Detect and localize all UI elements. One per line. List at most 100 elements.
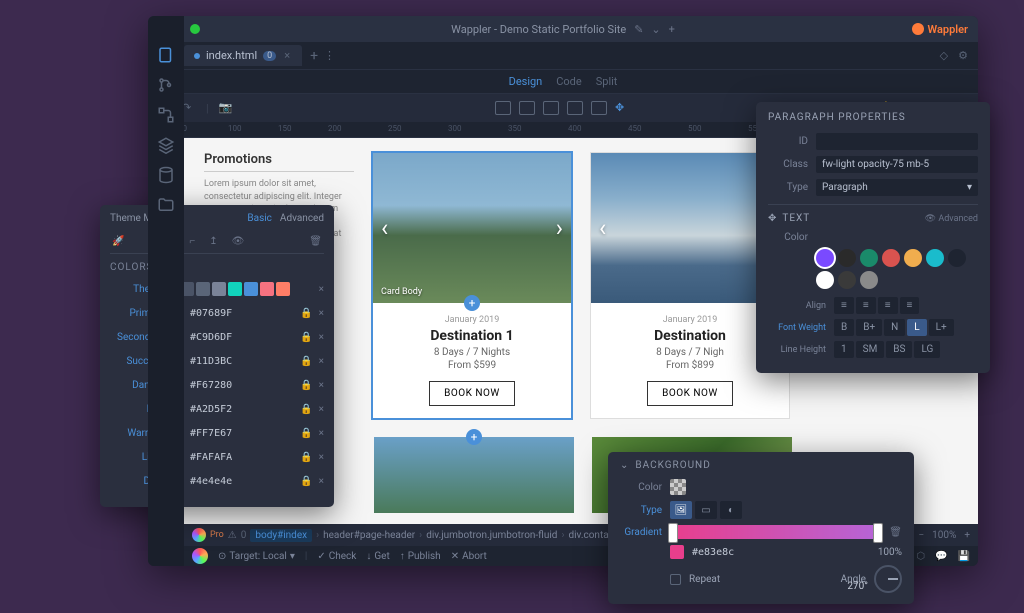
rocket-icon[interactable]: 🚀 xyxy=(112,236,124,247)
get-button[interactable]: ↓ Get xyxy=(366,551,389,562)
color-dot[interactable] xyxy=(948,249,966,267)
book-button[interactable]: BOOK NOW xyxy=(647,381,733,406)
type-select[interactable]: Paragraph ▾ xyxy=(816,179,978,196)
tab-basic[interactable]: Basic xyxy=(247,213,272,224)
fw-option[interactable]: B+ xyxy=(856,319,882,336)
theme-manager-panel[interactable]: Theme Manager BasicAdvanced 🚀 ⌐ ↥ 👁 🗑 CO… xyxy=(100,205,334,507)
maximize-window[interactable] xyxy=(190,24,200,34)
theme-swatch[interactable] xyxy=(212,282,226,296)
thumb-1[interactable]: + xyxy=(374,437,574,513)
lock-icon[interactable]: 🔒 xyxy=(300,476,312,487)
lock-icon[interactable]: 🔒 xyxy=(300,428,312,439)
add-tab-button[interactable]: + xyxy=(310,48,318,64)
lock-icon[interactable]: 🔒 xyxy=(300,356,312,367)
fw-option[interactable]: L+ xyxy=(929,319,954,336)
device-laptop-icon[interactable] xyxy=(567,101,583,115)
chevron-right-icon[interactable]: › xyxy=(556,214,563,242)
align-center-icon[interactable]: ≡ xyxy=(856,297,876,314)
publish-button[interactable]: ↑ Publish xyxy=(400,551,441,562)
color-dot[interactable] xyxy=(838,249,856,267)
remove-icon[interactable]: × xyxy=(319,332,324,343)
check-button[interactable]: ✓ Check xyxy=(317,551,356,562)
lock-icon[interactable]: 🔒 xyxy=(300,452,312,463)
layers-icon[interactable] xyxy=(157,136,175,154)
device-tablet-l-icon[interactable] xyxy=(543,101,559,115)
chevron-down-icon[interactable]: ⌄ xyxy=(620,460,629,471)
hex-value[interactable]: #FF7E67 xyxy=(190,428,232,439)
gradient-hex[interactable]: #e83e8c xyxy=(692,547,734,558)
align-right-icon[interactable]: ≡ xyxy=(878,297,898,314)
crumb-header[interactable]: header#page-header xyxy=(323,530,415,541)
color-dot[interactable] xyxy=(926,249,944,267)
color-dot[interactable] xyxy=(816,271,834,289)
plus-icon[interactable]: + xyxy=(669,23,675,36)
theme-swatch[interactable] xyxy=(276,282,290,296)
gear-icon[interactable]: ⚙ xyxy=(958,49,968,62)
color-dot[interactable] xyxy=(860,271,878,289)
db-icon[interactable] xyxy=(157,166,175,184)
device-desktop-icon[interactable] xyxy=(591,101,607,115)
fw-option[interactable]: N xyxy=(884,319,905,336)
theme-swatch[interactable] xyxy=(228,282,242,296)
add-element-icon[interactable]: + xyxy=(464,295,480,311)
folder-icon[interactable] xyxy=(157,196,175,214)
remove-icon[interactable]: × xyxy=(319,284,324,295)
remove-icon[interactable]: × xyxy=(319,428,324,439)
remove-icon[interactable]: × xyxy=(319,404,324,415)
camera-icon[interactable]: 📷 xyxy=(219,101,233,115)
align-justify-icon[interactable]: ≡ xyxy=(900,297,920,314)
lock-icon[interactable]: 🔒 xyxy=(300,380,312,391)
hex-value[interactable]: #A2D5F2 xyxy=(190,404,232,415)
color-wheel-icon[interactable] xyxy=(192,548,208,564)
remove-icon[interactable]: × xyxy=(319,356,324,367)
remove-icon[interactable]: × xyxy=(319,476,324,487)
tree-icon[interactable] xyxy=(157,106,175,124)
redo-icon[interactable]: ↷ xyxy=(182,101,196,115)
align-left-icon[interactable]: ≡ xyxy=(834,297,854,314)
gradient-pct[interactable]: 100% xyxy=(878,547,902,558)
lh-option[interactable]: LG xyxy=(914,341,940,358)
remove-icon[interactable]: × xyxy=(319,308,324,319)
gradient-slider[interactable] xyxy=(670,525,881,539)
view-split[interactable]: Split xyxy=(596,75,618,88)
lh-option[interactable]: 1 xyxy=(834,341,854,358)
zoom-out[interactable]: − xyxy=(918,530,924,541)
warning-icon[interactable]: ⚠ xyxy=(228,530,237,541)
edit-icon[interactable]: ✎ xyxy=(634,23,643,36)
hex-value[interactable]: #11D3BC xyxy=(190,356,232,367)
move-icon[interactable]: ✥ xyxy=(615,101,631,115)
class-input[interactable]: fw-light opacity-75 mb-5 xyxy=(816,156,978,173)
card-image[interactable]: ‹ › Card Body + xyxy=(373,153,571,303)
upload-icon[interactable]: ↥ xyxy=(209,236,217,247)
hex-value[interactable]: #FAFAFA xyxy=(190,452,232,463)
lh-option[interactable]: SM xyxy=(856,341,885,358)
chevron-down-icon[interactable]: ⌄ xyxy=(651,23,660,36)
device-tablet-p-icon[interactable] xyxy=(519,101,535,115)
book-button[interactable]: BOOK NOW xyxy=(429,381,515,406)
color-dot[interactable] xyxy=(882,249,900,267)
eye-icon[interactable]: 👁 xyxy=(232,236,245,247)
card-1[interactable]: ‹ › Card Body + January 2019 Destination… xyxy=(372,152,572,419)
background-panel[interactable]: ⌄BACKGROUND Color Type 🖼 ▭ ◐ Gradient🗑 #… xyxy=(608,452,914,604)
crumb-jumbo[interactable]: div.jumbotron.jumbotron-fluid xyxy=(426,530,557,541)
lh-option[interactable]: BS xyxy=(886,341,912,358)
bottom-bug-icon[interactable]: ⬡ xyxy=(916,551,925,562)
tab-advanced[interactable]: Advanced xyxy=(280,213,324,224)
bg-type-gradient-icon[interactable]: ◐ xyxy=(720,501,742,519)
advanced-toggle[interactable]: 👁 Advanced xyxy=(925,214,978,224)
drop-icon[interactable]: ◇ xyxy=(940,49,948,62)
device-mobile-icon[interactable] xyxy=(495,101,511,115)
target-select[interactable]: ⊙ Target: Local ▾ xyxy=(218,551,295,562)
close-tab-icon[interactable]: × xyxy=(282,49,292,62)
lock-icon[interactable]: 🔒 xyxy=(300,308,312,319)
lock-icon[interactable]: 🔒 xyxy=(300,332,312,343)
gradient-stop-swatch[interactable] xyxy=(670,545,684,559)
hex-value[interactable]: #C9D6DF xyxy=(190,332,232,343)
angle-value[interactable]: 270° xyxy=(847,581,868,592)
color-dot[interactable] xyxy=(838,271,856,289)
color-dot[interactable] xyxy=(860,249,878,267)
tab-menu-icon[interactable]: ⋮ xyxy=(324,49,335,62)
theme-swatch[interactable] xyxy=(260,282,274,296)
bg-type-image-icon[interactable]: 🖼 xyxy=(670,501,692,519)
angle-dial[interactable] xyxy=(874,565,902,593)
